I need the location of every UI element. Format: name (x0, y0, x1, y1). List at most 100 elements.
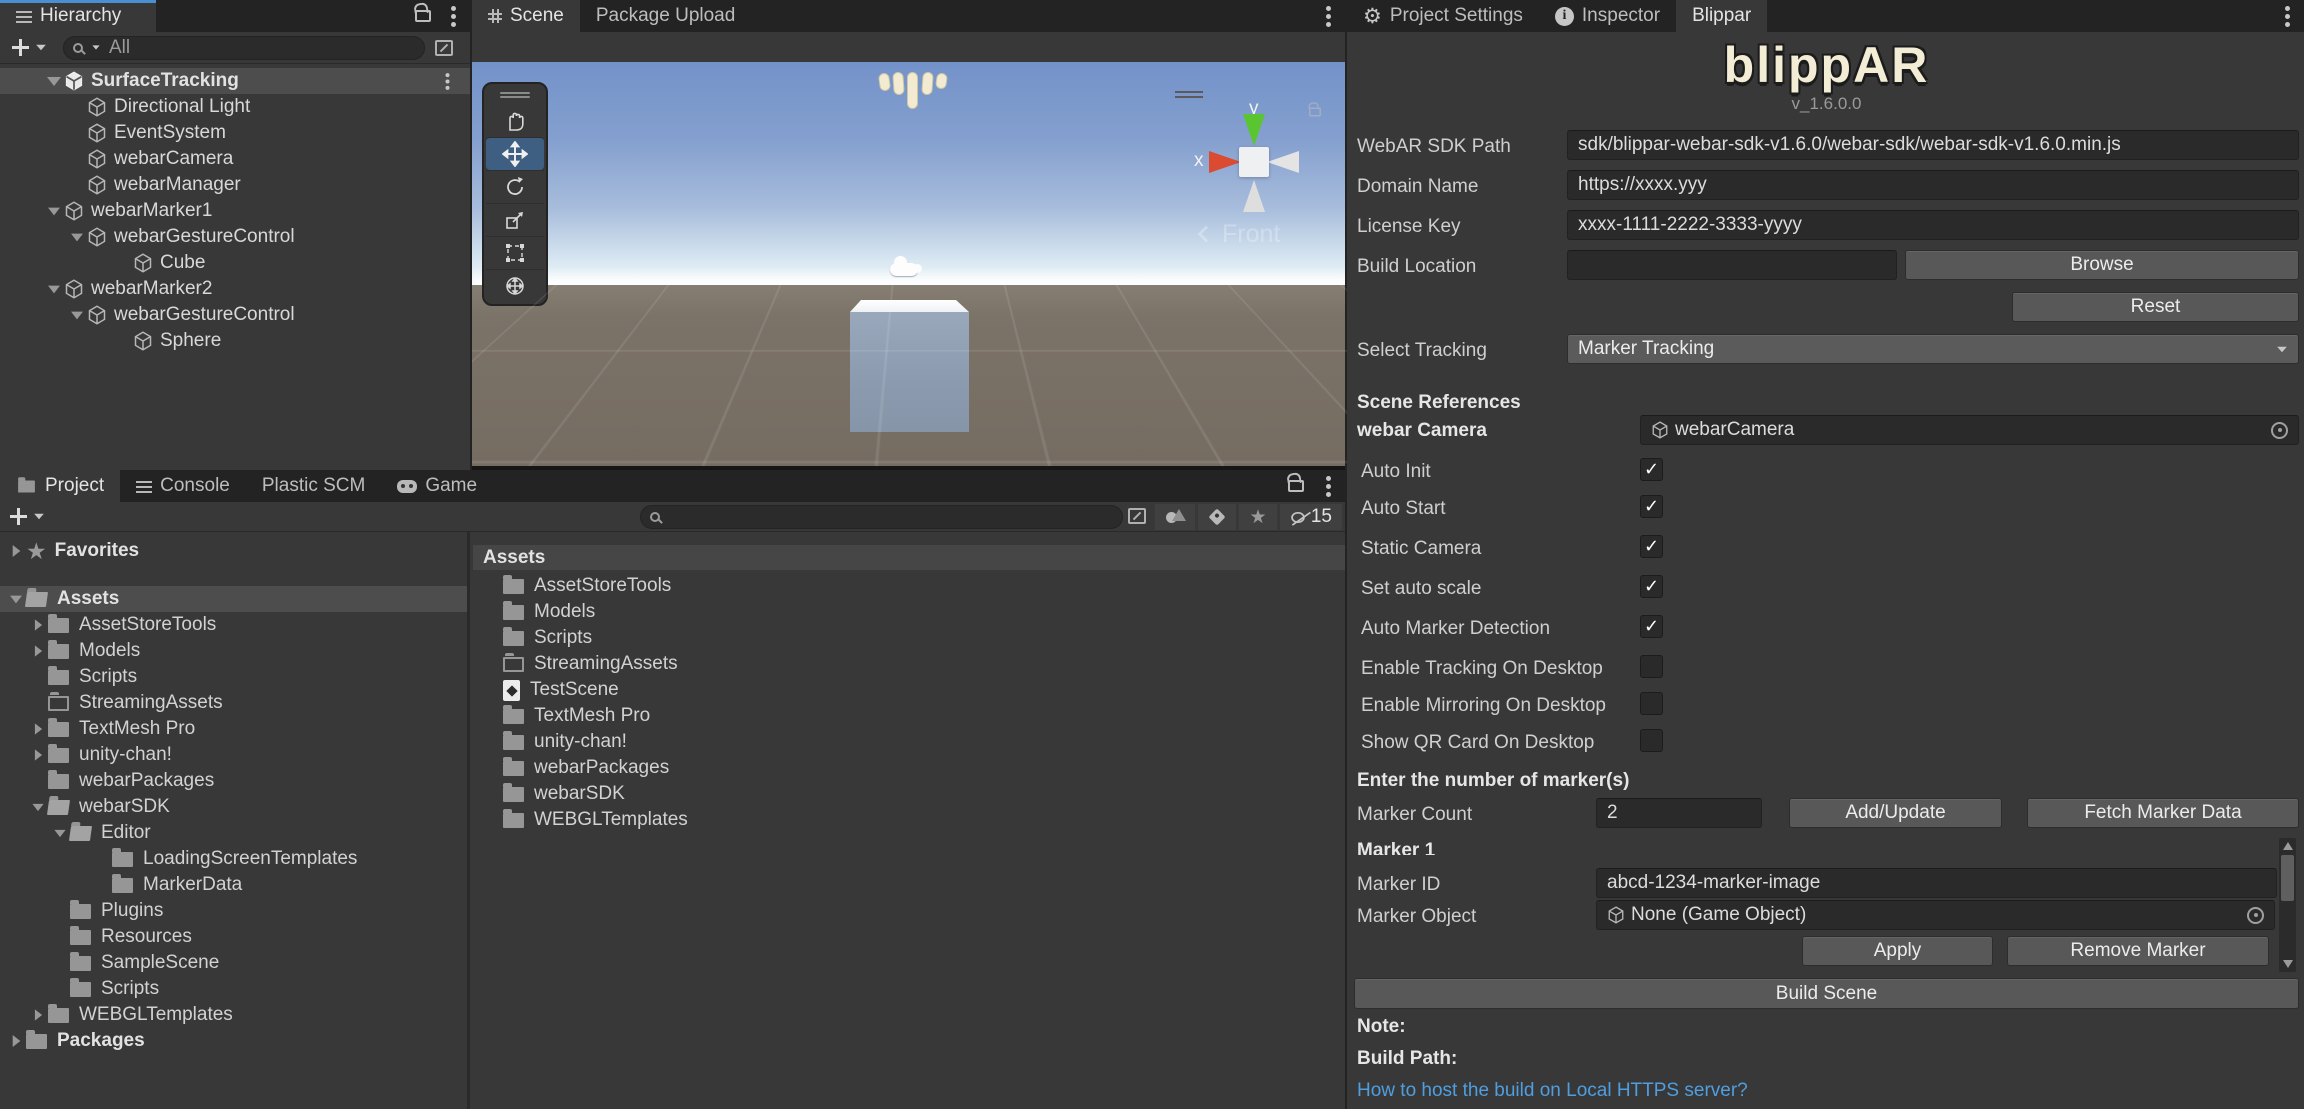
palette-drag-handle[interactable] (500, 96, 530, 98)
tab-game[interactable]: Game (381, 470, 493, 502)
tab-project[interactable]: Project (0, 470, 121, 502)
favorites-filter-button[interactable]: ★ (1239, 504, 1277, 530)
open-in-window-icon[interactable] (435, 39, 453, 56)
tree-item-favorites[interactable]: ★ Favorites (0, 538, 467, 564)
gizmo-center-cube[interactable] (1239, 147, 1269, 177)
object-picker-icon[interactable] (2247, 906, 2264, 924)
tab-project-settings[interactable]: ⚙ Project Settings (1347, 0, 1539, 32)
marker-count-field[interactable]: 2 (1596, 798, 1762, 828)
select-tracking-dropdown[interactable]: Marker Tracking (1567, 334, 2299, 364)
project-search-input[interactable] (640, 505, 1123, 529)
expand-arrow-icon[interactable] (34, 645, 42, 657)
asset-item-webgltemplates[interactable]: WEBGLTemplates (473, 807, 1345, 833)
filter-by-type-button[interactable] (1155, 504, 1195, 530)
hierarchy-item-webargesturecontrol[interactable]: webarGestureControl (0, 224, 470, 250)
scale-tool-button[interactable] (486, 203, 544, 236)
apply-button[interactable]: Apply (1802, 936, 1993, 966)
gizmo-x-axis-cone[interactable] (1209, 151, 1241, 173)
expand-arrow-icon[interactable] (34, 1009, 42, 1021)
hand-tool-button[interactable] (486, 104, 544, 137)
lock-icon[interactable] (1288, 480, 1304, 492)
tree-item-assets[interactable]: Assets (0, 586, 467, 612)
fetch-marker-data-button[interactable]: Fetch Marker Data (2027, 798, 2299, 828)
expand-arrow-icon[interactable] (34, 619, 42, 631)
panel-menu-icon[interactable] (451, 13, 456, 19)
collapse-arrow-icon[interactable] (10, 595, 22, 603)
object-picker-icon[interactable] (2271, 421, 2288, 439)
cube-object[interactable] (850, 300, 969, 432)
asset-item-scripts[interactable]: Scripts (473, 625, 1345, 651)
tree-item-packages[interactable]: Packages (0, 1028, 467, 1054)
tree-item-streamingassets[interactable]: StreamingAssets (0, 690, 467, 716)
transform-tool-button[interactable] (486, 269, 544, 302)
collapse-arrow-icon[interactable] (71, 233, 83, 241)
asset-item-testscene[interactable]: TestScene (473, 677, 1345, 703)
tree-item-scripts-sdk[interactable]: Scripts (0, 976, 467, 1002)
palette-drag-handle[interactable] (500, 92, 530, 94)
tab-inspector[interactable]: i Inspector (1539, 0, 1676, 32)
asset-item-unity-chan[interactable]: unity-chan! (473, 729, 1345, 755)
marker-list-scrollbar[interactable] (2279, 838, 2296, 972)
auto-init-checkbox[interactable]: ✓ (1640, 458, 1663, 481)
webar-sdk-path-field[interactable]: sdk/blippar-webar-sdk-v1.6.0/webar-sdk/w… (1567, 130, 2299, 160)
hierarchy-item-webarmanager[interactable]: webarManager (0, 172, 470, 198)
tree-item-webarpackages[interactable]: webarPackages (0, 768, 467, 794)
tree-item-assetstoretools[interactable]: AssetStoreTools (0, 612, 467, 638)
open-search-in-window-icon[interactable] (1128, 508, 1146, 524)
enable-tracking-desktop-checkbox[interactable] (1640, 655, 1663, 678)
scrollbar-thumb[interactable] (2281, 855, 2294, 901)
create-dropdown-caret-icon[interactable] (36, 44, 46, 51)
filter-by-label-button[interactable] (1198, 504, 1236, 530)
scene-viewport[interactable]: y x Front (472, 62, 1347, 470)
tree-item-plugins[interactable]: Plugins (0, 898, 467, 924)
set-auto-scale-checkbox[interactable]: ✓ (1640, 575, 1663, 598)
tree-item-loadingscreentemplates[interactable]: LoadingScreenTemplates (0, 846, 467, 872)
https-host-help-link[interactable]: How to host the build on Local HTTPS ser… (1357, 1080, 1748, 1102)
expand-arrow-icon[interactable] (12, 1035, 20, 1047)
auto-marker-detection-checkbox[interactable]: ✓ (1640, 615, 1663, 638)
create-asset-button[interactable] (10, 508, 27, 525)
tree-item-samplescene[interactable]: SampleScene (0, 950, 467, 976)
tab-hierarchy[interactable]: Hierarchy (0, 0, 156, 32)
hidden-items-button[interactable]: 15 (1280, 504, 1342, 530)
marker-object-field[interactable]: None (Game Object) (1596, 900, 2275, 930)
assets-breadcrumb-header[interactable]: Assets (473, 545, 1345, 570)
hierarchy-item-webarmarker1[interactable]: webarMarker1 (0, 198, 470, 224)
remove-marker-button[interactable]: Remove Marker (2007, 936, 2269, 966)
gizmo-axis-cone[interactable] (1267, 151, 1299, 173)
collapse-arrow-icon[interactable] (48, 285, 60, 293)
hierarchy-item-webargesturecontrol2[interactable]: webarGestureControl (0, 302, 470, 328)
tree-item-webarsdk[interactable]: webarSDK (0, 794, 467, 820)
item-menu-icon[interactable] (445, 79, 450, 83)
expand-arrow-icon[interactable] (12, 545, 20, 557)
expand-arrow-icon[interactable] (34, 723, 42, 735)
auto-start-checkbox[interactable]: ✓ (1640, 495, 1663, 518)
collapse-arrow-icon[interactable] (71, 311, 83, 319)
hierarchy-search-input[interactable]: All (63, 35, 425, 60)
collapse-arrow-icon[interactable] (47, 76, 61, 86)
tree-item-unity-chan[interactable]: unity-chan! (0, 742, 467, 768)
collapse-arrow-icon[interactable] (32, 803, 44, 811)
scroll-up-icon[interactable] (2282, 842, 2293, 850)
panel-menu-icon[interactable] (2285, 13, 2290, 19)
build-scene-button[interactable]: Build Scene (1354, 978, 2299, 1009)
static-camera-checkbox[interactable]: ✓ (1640, 535, 1663, 558)
expand-arrow-icon[interactable] (34, 749, 42, 761)
asset-item-webarsdk[interactable]: webarSDK (473, 781, 1345, 807)
lock-icon[interactable] (415, 10, 431, 22)
tab-blippar[interactable]: Blippar (1676, 0, 1768, 32)
move-tool-button[interactable] (486, 137, 544, 170)
enable-mirroring-desktop-checkbox[interactable] (1640, 692, 1663, 715)
tree-item-resources[interactable]: Resources (0, 924, 467, 950)
add-update-button[interactable]: Add/Update (1789, 798, 2002, 828)
asset-item-models[interactable]: Models (473, 599, 1345, 625)
hierarchy-item-surfacetracking[interactable]: SurfaceTracking (0, 68, 470, 94)
marker-id-field[interactable]: abcd-1234-marker-image (1596, 868, 2277, 898)
tab-console[interactable]: Console (120, 470, 246, 502)
rect-tool-button[interactable] (486, 236, 544, 269)
collapse-arrow-icon[interactable] (54, 829, 66, 837)
create-button[interactable] (12, 39, 29, 56)
reset-button[interactable]: Reset (2012, 292, 2299, 322)
rotate-tool-button[interactable] (486, 170, 544, 203)
tree-item-webgltemplates[interactable]: WEBGLTemplates (0, 1002, 467, 1028)
